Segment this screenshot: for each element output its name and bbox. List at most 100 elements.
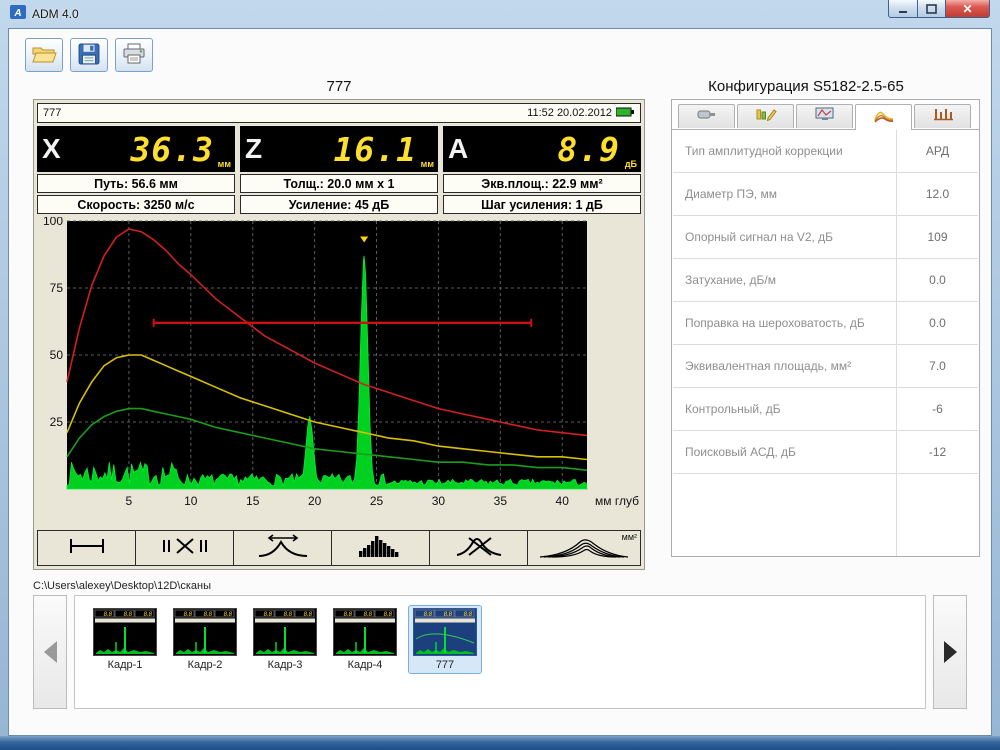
envelope-off-button[interactable] xyxy=(430,531,528,565)
histogram-icon xyxy=(349,533,413,564)
minimize-button[interactable] xyxy=(888,0,918,18)
scan-thumbnail[interactable]: 8.88.88.8 Кадр-4 xyxy=(329,606,401,673)
measurement-column: Z 16.1 мм Толщ.: 20.0 мм x 1 Усиление: 4… xyxy=(240,126,438,214)
maximize-button[interactable] xyxy=(918,0,946,18)
print-icon xyxy=(121,43,147,68)
svg-text:8.8: 8.8 xyxy=(124,612,133,618)
svg-text:100: 100 xyxy=(43,217,63,228)
battery-icon xyxy=(616,107,635,120)
window-title: ADM 4.0 xyxy=(32,7,79,21)
config-row: Диаметр ПЭ, мм 12.0 xyxy=(673,173,978,216)
svg-text:8.8: 8.8 xyxy=(384,612,393,618)
markers-cross-button[interactable] xyxy=(136,531,234,565)
svg-text:8.8: 8.8 xyxy=(104,612,113,618)
envelope-off-icon xyxy=(447,533,511,564)
scroll-left-button[interactable] xyxy=(33,595,67,709)
measurement-info-row1: Путь: 56.6 мм xyxy=(37,174,235,193)
device-datetime: 11:52 20.02.2012 xyxy=(527,107,612,119)
close-icon: ✕ xyxy=(962,2,972,16)
main-toolbar xyxy=(9,29,991,76)
svg-text:20: 20 xyxy=(308,494,322,508)
gate-measure-icon xyxy=(55,533,119,564)
measurement-column: X 36.3 мм Путь: 56.6 мм Скорость: 3250 м… xyxy=(37,126,235,214)
svg-text:8.8: 8.8 xyxy=(184,612,193,618)
config-panel: Тип амплитудной коррекции АРД Диаметр ПЭ… xyxy=(671,99,980,557)
svg-text:50: 50 xyxy=(50,348,64,362)
device-header: 777 11:52 20.02.2012 xyxy=(37,103,641,123)
config-tab-2[interactable] xyxy=(737,104,794,128)
scroll-right-button[interactable] xyxy=(933,595,967,709)
config-tab-4[interactable] xyxy=(855,104,912,130)
measurement-display: X 36.3 мм xyxy=(37,126,235,172)
svg-text:5: 5 xyxy=(126,494,133,508)
measurement-info-row1: Экв.площ.: 22.9 мм² xyxy=(443,174,641,193)
config-row: Эквивалентная площадь, мм² 7.0 xyxy=(673,345,978,388)
device-toolbar: мм² xyxy=(37,530,641,566)
config-row-value: -6 xyxy=(896,388,978,430)
scans-folder-path: C:\Users\alexey\Desktop\12D\сканы xyxy=(33,580,967,592)
svg-text:8.8: 8.8 xyxy=(464,612,473,618)
title-bar[interactable]: A ADM 4.0 ✕ xyxy=(0,0,1000,28)
scan-thumbnail[interactable]: 8.88.88.8 777 xyxy=(409,606,481,673)
config-table-filler xyxy=(673,474,978,556)
svg-text:8.8: 8.8 xyxy=(224,612,233,618)
close-button[interactable]: ✕ xyxy=(946,0,990,18)
save-file-button[interactable] xyxy=(70,38,108,72)
svg-text:8.8: 8.8 xyxy=(284,612,293,618)
scan-thumbnail[interactable]: 8.88.88.8 Кадр-3 xyxy=(249,606,321,673)
config-tabs xyxy=(672,100,979,130)
histogram-button[interactable] xyxy=(332,531,430,565)
svg-text:25: 25 xyxy=(370,494,384,508)
client-area: 777 Конфигурация S5182-2.5-65 777 11:52 … xyxy=(8,28,992,736)
config-row-value: 12.0 xyxy=(896,173,978,215)
peak-arrow-button[interactable] xyxy=(234,531,332,565)
svg-text:8.8: 8.8 xyxy=(444,612,453,618)
thumbnail-label: 777 xyxy=(411,659,479,671)
curves-tab-icon xyxy=(873,107,895,128)
device-scan-name: 777 xyxy=(43,107,61,119)
scan-title: 777 xyxy=(33,78,645,95)
thumbnail-preview: 8.88.88.8 xyxy=(253,608,317,656)
measurement-info-row2: Шаг усиления: 1 дБ xyxy=(443,195,641,214)
app-icon: A xyxy=(10,5,26,24)
svg-text:8.8: 8.8 xyxy=(304,612,313,618)
config-row: Опорный сигнал на V2, дБ 109 xyxy=(673,216,978,259)
config-title: Конфигурация S5182-2.5-65 xyxy=(645,78,967,95)
config-row-label: Диаметр ПЭ, мм xyxy=(673,173,896,215)
config-tab-3[interactable] xyxy=(796,104,853,128)
config-row-value: 7.0 xyxy=(896,345,978,387)
measurement-value: 16.1 xyxy=(334,133,417,166)
config-row-value: -12 xyxy=(896,431,978,473)
screen-tab-icon xyxy=(814,106,836,127)
config-row: Поправка на шероховатость, дБ 0.0 xyxy=(673,302,978,345)
config-row: Поисковый АСД, дБ -12 xyxy=(673,431,978,474)
open-file-button[interactable] xyxy=(25,38,63,72)
config-tab-1[interactable] xyxy=(678,104,735,128)
probe-tab-icon xyxy=(696,106,718,127)
svg-text:8.8: 8.8 xyxy=(364,612,373,618)
scan-thumbnail[interactable]: 8.88.88.8 Кадр-1 xyxy=(89,606,161,673)
window-bottom-border xyxy=(0,736,1000,750)
open-folder-icon xyxy=(31,43,57,68)
measurement-columns: X 36.3 мм Путь: 56.6 мм Скорость: 3250 м… xyxy=(37,126,641,214)
gate-measure-button[interactable] xyxy=(38,531,136,565)
scan-thumbnail[interactable]: 8.88.88.8 Кадр-2 xyxy=(169,606,241,673)
config-row: Контрольный, дБ -6 xyxy=(673,388,978,431)
measurement-info-row2: Усиление: 45 дБ xyxy=(240,195,438,214)
config-row-label: Эквивалентная площадь, мм² xyxy=(673,345,896,387)
device-screen: 777 11:52 20.02.2012 X 36.3 xyxy=(33,99,645,570)
svg-text:8.8: 8.8 xyxy=(204,612,213,618)
config-row: Тип амплитудной коррекции АРД xyxy=(673,130,978,173)
config-row-value: 0.0 xyxy=(896,302,978,344)
config-table: Тип амплитудной коррекции АРД Диаметр ПЭ… xyxy=(672,130,979,556)
thumbnail-label: Кадр-1 xyxy=(91,659,159,671)
config-tab-5[interactable] xyxy=(914,104,971,128)
svg-text:10: 10 xyxy=(184,494,198,508)
measurement-info-row2: Скорость: 3250 м/с xyxy=(37,195,235,214)
svg-text:40: 40 xyxy=(556,494,570,508)
app-window: A ADM 4.0 ✕ 777 Конфигурация S5182-2.5-6… xyxy=(0,0,1000,750)
print-button[interactable] xyxy=(115,38,153,72)
measurement-value: 8.9 xyxy=(557,133,620,166)
measurement-column: A 8.9 дБ Экв.площ.: 22.9 мм² Шаг усилени… xyxy=(443,126,641,214)
area-envelope-button[interactable]: мм² xyxy=(528,531,640,565)
